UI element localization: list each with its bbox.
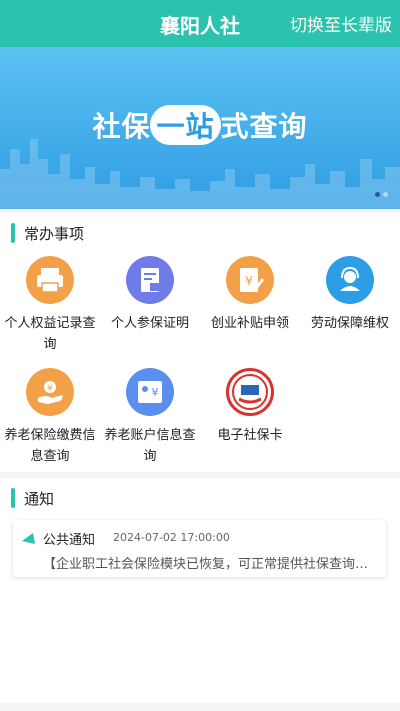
carousel-dot-1[interactable] [375,192,380,197]
notices-section: 通知 [0,478,400,703]
service-insurance-certificate[interactable]: 个人参保证明 [100,256,200,334]
service-pension-payment[interactable]: ¥ 养老保险缴费信息查询 [0,368,100,467]
service-labor-rights[interactable]: 劳动保障维权 [300,256,400,334]
banner-text-mid: 式 [220,110,250,143]
app-header: 襄阳人社 切换至长辈版 [0,0,400,47]
service-label: 创业补贴申领 [210,316,289,331]
service-label: 个人参保证明 [110,316,189,331]
account-yuan-icon: ¥ [126,368,174,416]
section-header: 常办事项 [0,213,400,253]
banner-headline: 社保 一站 式查询 [0,105,400,145]
service-label: 个人权益记录查询 [4,316,96,352]
service-label: 养老账户信息查询 [104,428,196,464]
megaphone-icon [22,533,35,544]
section-title: 通知 [24,490,55,508]
common-services-section: 常办事项 个人权益记录查询 个人参保证明 ¥ 创业补贴申领 劳动保障维权 ¥ 养… [0,213,400,472]
banner-text-pill: 一站 [150,105,221,145]
social-security-logo-icon [226,368,274,416]
service-pension-account[interactable]: ¥ 养老账户信息查询 [100,368,200,467]
banner-text-suffix: 查询 [249,110,308,143]
printer-icon [26,256,74,304]
notice-title: 公共通知 [43,533,96,548]
svg-text:¥: ¥ [245,274,253,288]
notice-time: 2024-07-02 17:00:00 [113,531,230,544]
banner-carousel[interactable]: 社保 一站 式查询 [0,47,400,209]
support-agent-icon [326,256,374,304]
svg-text:¥: ¥ [47,384,53,394]
service-label: 养老保险缴费信息查询 [4,428,96,464]
carousel-indicator [372,182,388,201]
service-electronic-card[interactable]: 电子社保卡 [200,368,300,446]
yuan-document-icon: ¥ [226,256,274,304]
switch-elder-mode-button[interactable]: 切换至长辈版 [290,11,392,36]
section-header: 通知 [0,478,400,518]
service-label: 电子社保卡 [217,428,283,443]
document-icon [126,256,174,304]
section-accent-bar [11,488,15,508]
service-startup-subsidy[interactable]: ¥ 创业补贴申领 [200,256,300,334]
carousel-dot-2[interactable] [383,192,388,197]
section-title: 常办事项 [24,225,85,243]
service-label: 劳动保障维权 [310,316,389,331]
notice-text: 【企业职工社会保险模块已恢复，可正常提供社保查询等服务 [43,557,381,572]
bottom-tab-bar [0,703,400,711]
hand-yuan-icon: ¥ [26,368,74,416]
section-accent-bar [11,223,15,243]
notice-item[interactable]: 公共通知 2024-07-02 17:00:00 【企业职工社会保险模块已恢复，… [13,520,386,577]
svg-text:¥: ¥ [152,386,159,399]
service-personal-rights[interactable]: 个人权益记录查询 [0,256,100,355]
banner-text-prefix: 社保 [92,110,151,143]
